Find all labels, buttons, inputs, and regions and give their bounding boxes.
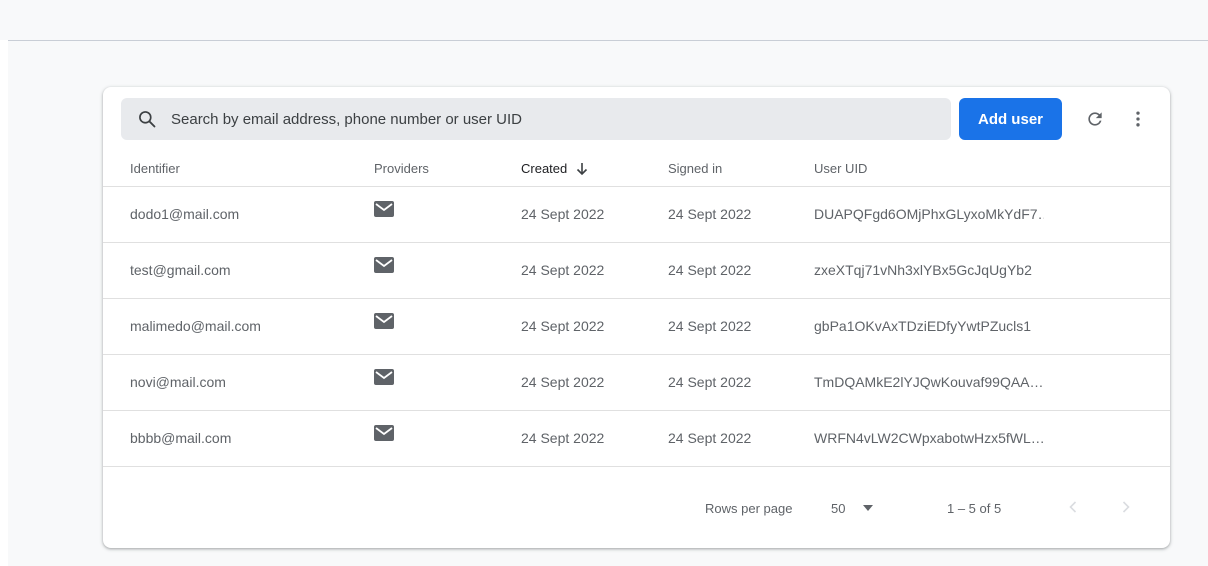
chevron-left-icon	[1069, 501, 1077, 513]
more-options-button[interactable]	[1124, 105, 1152, 133]
search-bar[interactable]	[121, 98, 951, 140]
table-header: Identifier Providers Created Signed in U…	[103, 153, 1170, 187]
pagination-range: 1 – 5 of 5	[947, 501, 1002, 516]
signed-in-cell: 24 Sept 2022	[668, 262, 752, 278]
user-uid-cell: DUAPQFgd6OMjPhxGLyxoMkYdF7…	[814, 206, 1044, 222]
top-bar	[0, 0, 1208, 40]
signed-in-cell: 24 Sept 2022	[668, 374, 752, 390]
signed-in-cell: 24 Sept 2022	[668, 430, 752, 446]
page-left-edge	[0, 0, 8, 566]
next-page-button[interactable]	[1112, 493, 1140, 521]
email-icon	[374, 201, 394, 220]
signed-in-cell: 24 Sept 2022	[668, 206, 752, 222]
column-header-providers[interactable]: Providers	[374, 161, 429, 176]
created-cell: 24 Sept 2022	[521, 318, 605, 334]
refresh-icon	[1088, 112, 1102, 126]
table-row[interactable]: malimedo@mail.com 24 Sept 2022 24 Sept 2…	[103, 299, 1170, 355]
dropdown-arrow-icon	[863, 505, 874, 511]
email-icon	[374, 425, 394, 444]
created-cell: 24 Sept 2022	[521, 430, 605, 446]
add-user-button[interactable]: Add user	[959, 98, 1062, 140]
column-header-created[interactable]: Created	[521, 161, 588, 176]
column-header-created-label: Created	[521, 161, 568, 176]
table-row[interactable]: bbbb@mail.com 24 Sept 2022 24 Sept 2022 …	[103, 411, 1170, 467]
created-cell: 24 Sept 2022	[521, 206, 605, 222]
identifier-cell: test@gmail.com	[130, 262, 231, 278]
table-pagination: Rows per page 50 1 – 5 of 5	[103, 467, 1170, 548]
user-uid-cell: gbPa1OKvAxTDziEDfyYwtPZucls1	[814, 318, 1032, 334]
user-uid-cell: TmDQAMkE2lYJQwKouvaf99QAA…	[814, 374, 1044, 390]
identifier-cell: bbbb@mail.com	[130, 430, 232, 446]
chevron-right-icon	[1122, 501, 1130, 513]
column-header-identifier[interactable]: Identifier	[130, 161, 180, 176]
search-icon	[139, 111, 156, 128]
email-icon	[374, 369, 394, 388]
user-uid-cell: zxeXTqj71vNh3xlYBx5GcJqUgYb2	[814, 262, 1032, 278]
rows-per-page-value: 50	[831, 500, 846, 516]
table-row[interactable]: test@gmail.com 24 Sept 2022 24 Sept 2022…	[103, 243, 1170, 299]
email-icon	[374, 313, 394, 332]
identifier-cell: novi@mail.com	[130, 374, 226, 390]
column-header-user-uid[interactable]: User UID	[814, 161, 867, 176]
arrow-down-icon	[577, 162, 588, 175]
users-card: Add user Identifier Providers Created Si…	[103, 87, 1170, 548]
previous-page-button[interactable]	[1059, 493, 1087, 521]
refresh-button[interactable]	[1081, 105, 1109, 133]
more-vert-icon	[1136, 111, 1140, 127]
created-cell: 24 Sept 2022	[521, 374, 605, 390]
table-row[interactable]: novi@mail.com 24 Sept 2022 24 Sept 2022 …	[103, 355, 1170, 411]
search-input[interactable]	[171, 99, 931, 139]
signed-in-cell: 24 Sept 2022	[668, 318, 752, 334]
user-uid-cell: WRFN4vLW2CWpxabotwHzx5fWL…	[814, 430, 1044, 446]
created-cell: 24 Sept 2022	[521, 262, 605, 278]
identifier-cell: malimedo@mail.com	[130, 318, 261, 334]
rows-per-page-label: Rows per page	[705, 501, 793, 516]
table-row[interactable]: dodo1@mail.com 24 Sept 2022 24 Sept 2022…	[103, 187, 1170, 243]
identifier-cell: dodo1@mail.com	[130, 206, 240, 222]
rows-per-page-select[interactable]: 50	[831, 494, 874, 522]
column-header-signed-in[interactable]: Signed in	[668, 161, 722, 176]
email-icon	[374, 257, 394, 276]
